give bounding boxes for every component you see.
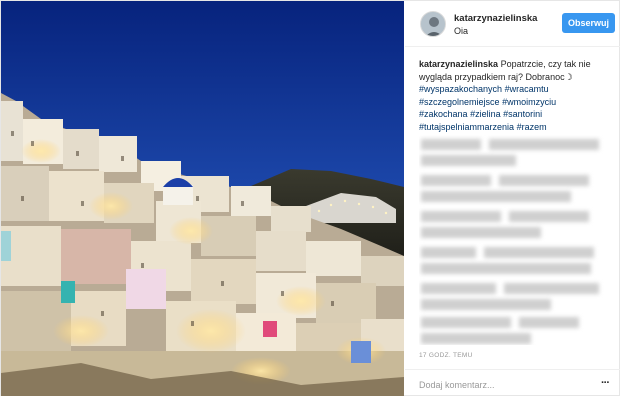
hashtag-link[interactable]: #wracamtu <box>505 84 549 94</box>
location-link[interactable]: Oia <box>454 26 468 36</box>
blurred-comment <box>509 211 589 222</box>
blurred-comment <box>421 247 476 258</box>
blurred-comment <box>489 139 599 150</box>
blurred-comment <box>421 211 501 222</box>
header-username[interactable]: katarzynazielinska <box>454 13 537 24</box>
hashtag-link[interactable]: #wyspazakochanych <box>419 84 502 94</box>
blurred-comment <box>504 283 599 294</box>
hashtag-link[interactable]: #wmoimzyciu <box>502 97 556 107</box>
follow-button[interactable]: Obserwuj <box>562 13 615 33</box>
post-header: katarzynazielinska Oia Obserwuj <box>405 1 620 47</box>
moon-icon: ☽ <box>564 71 573 82</box>
comment-input[interactable] <box>419 378 584 391</box>
instagram-post: katarzynazielinska Oia Obserwuj katarzyn… <box>0 0 620 396</box>
avatar-image-icon <box>421 12 445 36</box>
hashtag-link[interactable]: #szczegolnemiejsce <box>419 97 500 107</box>
blurred-comments <box>419 135 619 345</box>
comment-bar: ··· <box>405 369 620 396</box>
hashtag-link[interactable]: #razem <box>517 122 547 132</box>
blurred-comment <box>421 299 551 310</box>
blurred-comment <box>421 333 531 344</box>
post-timestamp[interactable]: 17 GODZ. TEMU <box>419 352 473 359</box>
avatar[interactable] <box>420 11 446 37</box>
blurred-comment <box>421 175 491 186</box>
blurred-comment <box>499 175 589 186</box>
caption-username[interactable]: katarzynazielinska <box>419 59 498 69</box>
more-options-icon[interactable]: ··· <box>601 377 610 389</box>
blurred-comment <box>421 191 571 202</box>
blurred-comment <box>421 139 481 150</box>
post-photo[interactable] <box>1 1 404 396</box>
blurred-comment <box>421 155 516 166</box>
hashtag-link[interactable]: #santorini <box>503 109 542 119</box>
santorini-night-photo <box>1 1 404 396</box>
blurred-comment <box>421 317 511 328</box>
blurred-comment <box>484 247 594 258</box>
hashtag-link[interactable]: #zielina <box>470 109 501 119</box>
hashtag-link[interactable]: #tutajspelniammarzenia <box>419 122 514 132</box>
blurred-comment <box>421 263 591 274</box>
post-caption: katarzynazielinska Popatrzcie, czy tak n… <box>419 58 615 134</box>
post-side-panel: katarzynazielinska Oia Obserwuj katarzyn… <box>405 1 620 396</box>
hashtag-link[interactable]: #zakochana <box>419 109 468 119</box>
blurred-comment <box>421 227 541 238</box>
blurred-comment <box>519 317 579 328</box>
blurred-comment <box>421 283 496 294</box>
